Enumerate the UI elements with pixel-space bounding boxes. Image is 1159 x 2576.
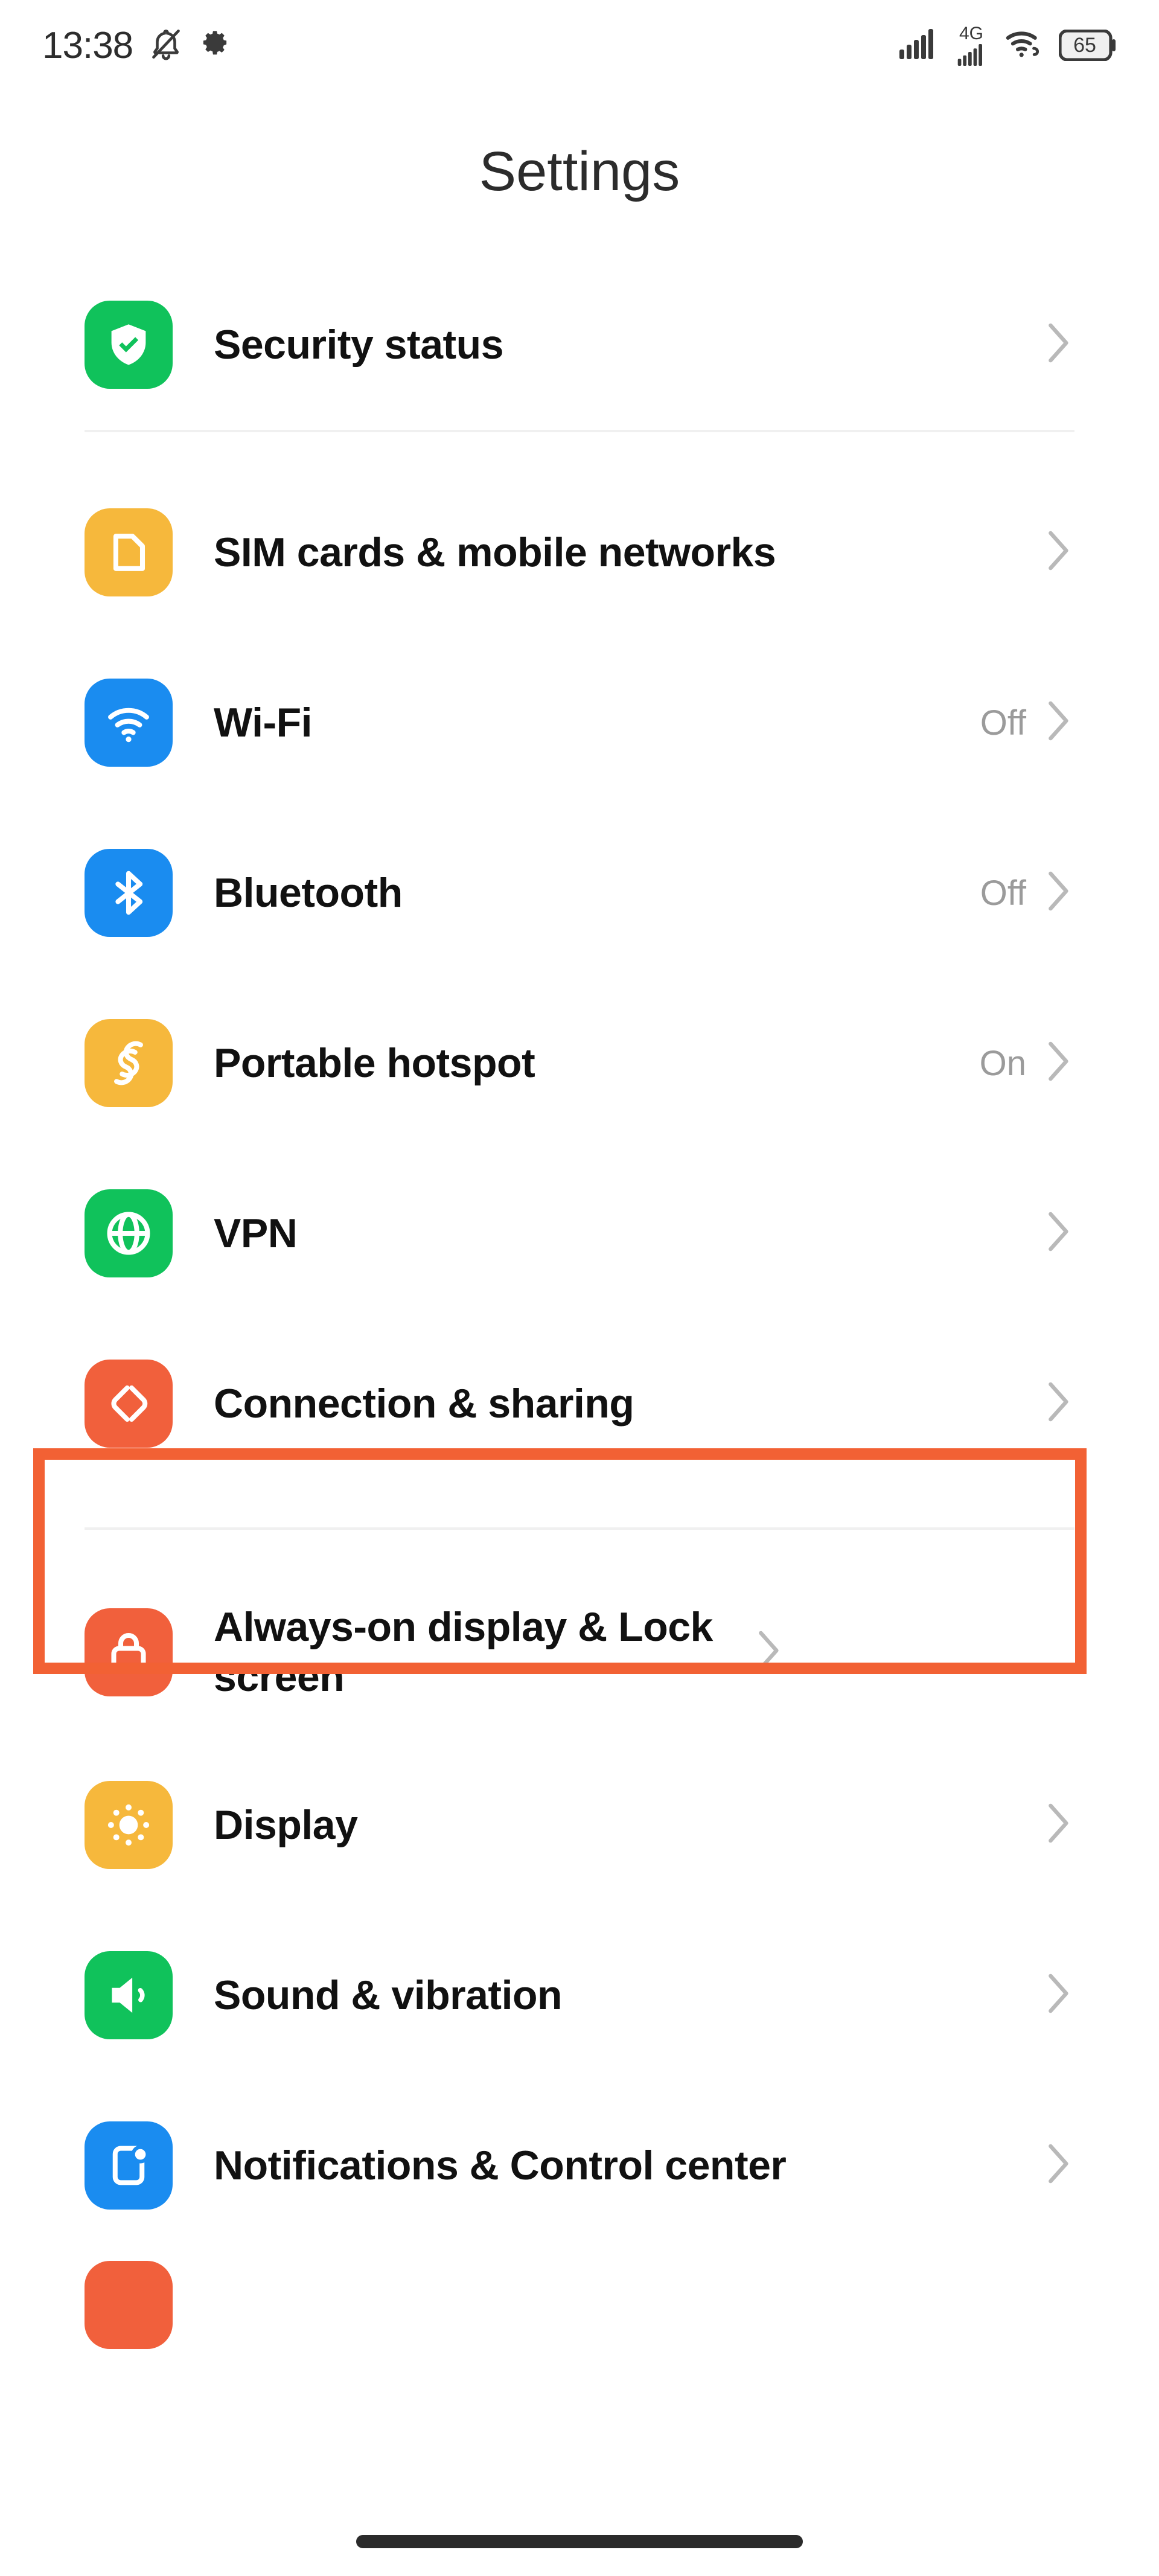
list-item-partial[interactable] bbox=[0, 2251, 1159, 2359]
hotspot-icon bbox=[85, 1019, 173, 1107]
list-item-value: Off bbox=[980, 873, 1026, 913]
battery-level-label: 65 bbox=[1073, 33, 1096, 57]
wifi-hotspot-icon bbox=[1006, 29, 1043, 62]
settings-group-network: SIM cards & mobile networks Wi-Fi Off Bl… bbox=[0, 432, 1159, 1489]
list-item-notifications[interactable]: Notifications & Control center bbox=[0, 2080, 1159, 2251]
chevron-right-icon bbox=[1047, 530, 1074, 575]
list-item-portable-hotspot[interactable]: Portable hotspot On bbox=[0, 978, 1159, 1148]
battery-icon: 65 bbox=[1059, 30, 1117, 61]
list-item-connection-sharing[interactable]: Connection & sharing bbox=[0, 1318, 1159, 1489]
list-item-label: VPN bbox=[214, 1210, 298, 1256]
settings-screen: 13:38 4G 65 Settings Security status SIM… bbox=[0, 0, 1159, 2576]
chevron-right-icon bbox=[1047, 1973, 1074, 2018]
wifi-icon bbox=[85, 679, 173, 767]
list-item-bluetooth[interactable]: Bluetooth Off bbox=[0, 808, 1159, 978]
chevron-right-icon bbox=[1047, 322, 1074, 367]
list-item-sound-vibration[interactable]: Sound & vibration bbox=[0, 1910, 1159, 2080]
chevron-right-icon bbox=[1047, 871, 1074, 915]
chevron-right-icon bbox=[757, 1630, 785, 1675]
status-bar-left: 13:38 bbox=[42, 24, 231, 67]
chevron-right-icon bbox=[1047, 1211, 1074, 1256]
network-type-label: 4G bbox=[959, 24, 984, 43]
list-item-label: Bluetooth bbox=[214, 869, 403, 916]
status-bar: 13:38 4G 65 bbox=[0, 0, 1159, 91]
connection-sharing-icon bbox=[85, 1360, 173, 1448]
lock-icon bbox=[85, 1608, 173, 1696]
list-item-label: Always-on display & Lock screen bbox=[214, 1604, 713, 1700]
list-item-sim-cards[interactable]: SIM cards & mobile networks bbox=[0, 467, 1159, 638]
bell-muted-icon bbox=[148, 27, 184, 65]
chevron-right-icon bbox=[1047, 1803, 1074, 1847]
list-item-label: Wi-Fi bbox=[214, 699, 313, 746]
status-bar-right: 4G 65 bbox=[899, 25, 1117, 66]
signal-bars-icon bbox=[899, 28, 937, 62]
list-item-always-on-display[interactable]: Always-on display & Lock screen bbox=[0, 1565, 1159, 1740]
settings-list: Security status SIM cards & mobile netwo… bbox=[0, 260, 1159, 2359]
list-item-value: On bbox=[979, 1043, 1026, 1083]
bluetooth-icon bbox=[85, 849, 173, 937]
settings-group-security: Security status bbox=[0, 260, 1159, 430]
signal-bars-4g-icon: 4G bbox=[953, 25, 990, 66]
chevron-right-icon bbox=[1047, 1041, 1074, 1085]
globe-icon bbox=[85, 1189, 173, 1277]
list-item-display[interactable]: Display bbox=[0, 1740, 1159, 1910]
status-bar-time: 13:38 bbox=[42, 24, 133, 66]
list-item-label: Sound & vibration bbox=[214, 1972, 563, 2018]
brightness-icon bbox=[85, 1781, 173, 1869]
page-title: Settings bbox=[479, 141, 680, 202]
notifications-icon bbox=[85, 2121, 173, 2210]
list-item-wifi[interactable]: Wi-Fi Off bbox=[0, 638, 1159, 808]
speaker-icon bbox=[85, 1951, 173, 2039]
chevron-right-icon bbox=[1047, 1381, 1074, 1426]
list-item-label: Notifications & Control center bbox=[214, 2142, 787, 2188]
list-item-label: Portable hotspot bbox=[214, 1040, 535, 1086]
home-indicator-bar[interactable] bbox=[356, 2535, 803, 2548]
shield-check-icon bbox=[85, 301, 173, 389]
settings-group-display: Always-on display & Lock screen Display bbox=[0, 1530, 1159, 2359]
orange-app-icon bbox=[85, 2261, 173, 2349]
sim-card-icon bbox=[85, 508, 173, 596]
list-item-label: Display bbox=[214, 1801, 358, 1848]
chevron-right-icon bbox=[1047, 2143, 1074, 2188]
list-item-vpn[interactable]: VPN bbox=[0, 1148, 1159, 1318]
list-item-label: SIM cards & mobile networks bbox=[214, 529, 776, 575]
list-item-value: Off bbox=[980, 703, 1026, 743]
list-item-label: Connection & sharing bbox=[214, 1380, 634, 1427]
chevron-right-icon bbox=[1047, 700, 1074, 745]
gear-icon bbox=[199, 28, 231, 63]
list-item-label: Security status bbox=[214, 321, 504, 368]
list-item-security-status[interactable]: Security status bbox=[0, 260, 1159, 430]
